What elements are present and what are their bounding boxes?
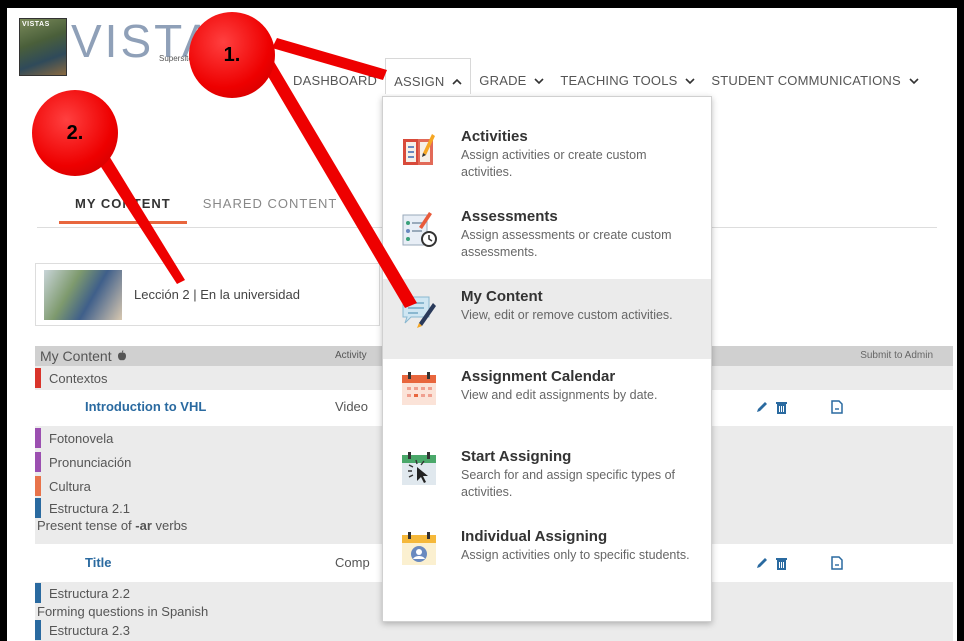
annotation-arrows [92,38,417,308]
annotation-arrow-1-to-assign [272,38,387,80]
annotation-arrow-2-to-lesson [92,146,185,284]
annotation-marker-2: 2. [32,90,118,176]
app-window: VISTAS VISTAS Supersite DASHBOARD ASSIGN… [7,8,957,641]
annotation-marker-1: 1. [189,12,275,98]
annotation-arrow-1-to-my-content [262,60,417,308]
